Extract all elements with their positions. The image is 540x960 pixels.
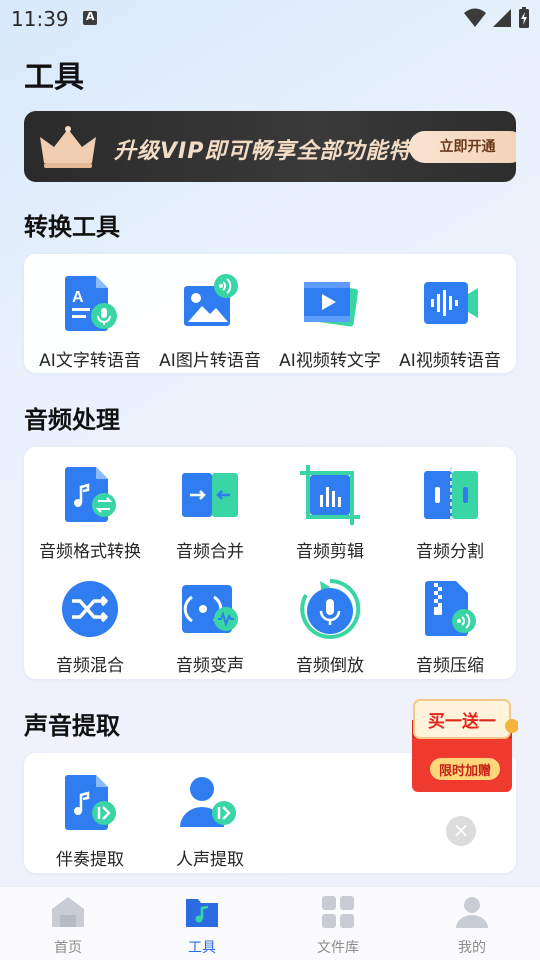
section-title-sound-extract: 声音提取: [24, 712, 120, 740]
tool-label: 音频合并: [176, 542, 244, 562]
tool-label: 音频压缩: [416, 656, 484, 676]
audio-reverse-icon: [300, 578, 361, 639]
tab-home[interactable]: 首页: [18, 895, 118, 957]
tool-audio-format-convert[interactable]: 音频格式转换: [30, 463, 150, 562]
tab-file-library[interactable]: 文件库: [288, 895, 388, 957]
tab-label: 首页: [54, 940, 82, 956]
tool-label: AI图片转语音: [159, 351, 261, 371]
tool-audio-reverse[interactable]: 音频倒放: [270, 577, 390, 676]
voice-change-icon: [182, 585, 238, 633]
audio-compress-icon: [425, 581, 476, 636]
tool-ai-video-to-text[interactable]: AI视频转文字: [270, 272, 390, 371]
tool-audio-merge[interactable]: 音频合并: [150, 463, 270, 562]
vip-banner[interactable]: 升级VIP即可畅享全部功能特权 立即开通: [24, 111, 516, 182]
audio-mix-icon: [62, 581, 118, 637]
section-title-audio-processing: 音频处理: [24, 406, 120, 434]
audio-split-icon: [424, 467, 478, 523]
status-bar: 11:39: [0, 0, 540, 38]
tab-profile[interactable]: 我的: [422, 895, 522, 957]
vocal-extract-icon: [180, 777, 236, 827]
tab-tools[interactable]: 工具: [152, 895, 252, 957]
file-library-icon: [322, 896, 354, 928]
video-to-text-icon: [304, 282, 359, 327]
section-title-convert-tools: 转换工具: [24, 213, 120, 241]
svg-text:A: A: [72, 289, 84, 306]
tool-accompaniment-extract[interactable]: 伴奏提取: [30, 771, 150, 870]
tool-label: 音频倒放: [296, 656, 364, 676]
bottom-tab-bar: 首页 工具 文件库 我的: [0, 886, 540, 960]
vip-banner-text: 升级VIP即可畅享全部功能特权: [114, 139, 435, 164]
tab-label: 文件库: [317, 940, 359, 956]
home-icon: [52, 897, 84, 927]
accompaniment-extract-icon: [65, 775, 116, 830]
tool-vocal-extract[interactable]: 人声提取: [150, 771, 270, 870]
tool-voice-change[interactable]: 音频变声: [150, 577, 270, 676]
status-icons: [464, 7, 530, 29]
close-icon: ×: [452, 818, 470, 842]
page-title: 工具: [24, 60, 84, 95]
notification-a-icon: [83, 10, 97, 25]
tool-label: AI文字转语音: [39, 351, 141, 371]
tool-label: 音频格式转换: [39, 542, 141, 562]
promo-bottom-text: 限时加赠: [439, 763, 491, 779]
profile-icon: [456, 897, 488, 928]
tool-label: 人声提取: [176, 850, 244, 870]
promo-close-button[interactable]: ×: [446, 816, 476, 846]
cellular-signal-icon: [493, 9, 511, 27]
promo-badge[interactable]: 买一送一 限时加赠: [408, 698, 519, 794]
tools-icon: [186, 899, 218, 927]
audio-format-convert-icon: [65, 467, 116, 522]
tool-ai-text-to-speech[interactable]: A AI文字转语音: [30, 272, 150, 371]
text-to-speech-icon: A: [65, 276, 117, 331]
tool-ai-video-to-speech[interactable]: AI视频转语音: [390, 272, 510, 371]
tool-label: 伴奏提取: [56, 850, 124, 870]
tool-audio-clip[interactable]: 音频剪辑: [270, 463, 390, 562]
audio-clip-icon: [300, 465, 360, 525]
promo-top-text: 买一送一: [428, 711, 496, 732]
tool-audio-compress[interactable]: 音频压缩: [390, 577, 510, 676]
tab-label: 工具: [188, 940, 216, 956]
audio-processing-card: 音频格式转换 音频合并 音频剪辑 音频分割 音频混合 音频变声 音频倒放 音频压…: [24, 447, 516, 679]
video-to-speech-icon: [424, 282, 478, 324]
battery-icon: [519, 7, 529, 28]
tool-label: AI视频转文字: [279, 351, 381, 371]
tool-ai-image-to-speech[interactable]: AI图片转语音: [150, 272, 270, 371]
tool-label: AI视频转语音: [399, 351, 501, 371]
tool-label: 音频变声: [176, 656, 244, 676]
tool-audio-mix[interactable]: 音频混合: [30, 577, 150, 676]
gift-icon: 买一送一 限时加赠: [412, 699, 519, 792]
image-to-speech-icon: [184, 274, 238, 326]
vip-open-button[interactable]: 立即开通: [409, 131, 516, 163]
wifi-icon: [464, 8, 486, 27]
audio-merge-icon: [182, 473, 238, 517]
convert-tools-card: A AI文字转语音 AI图片转语音 AI视频转文字 AI视频转语音: [24, 254, 516, 373]
crown-icon: [40, 126, 96, 168]
tool-audio-split[interactable]: 音频分割: [390, 463, 510, 562]
status-time: 11:39: [11, 7, 69, 31]
tool-label: 音频分割: [416, 542, 484, 562]
tool-label: 音频剪辑: [296, 542, 364, 562]
tab-label: 我的: [458, 940, 486, 956]
tool-label: 音频混合: [56, 656, 124, 676]
